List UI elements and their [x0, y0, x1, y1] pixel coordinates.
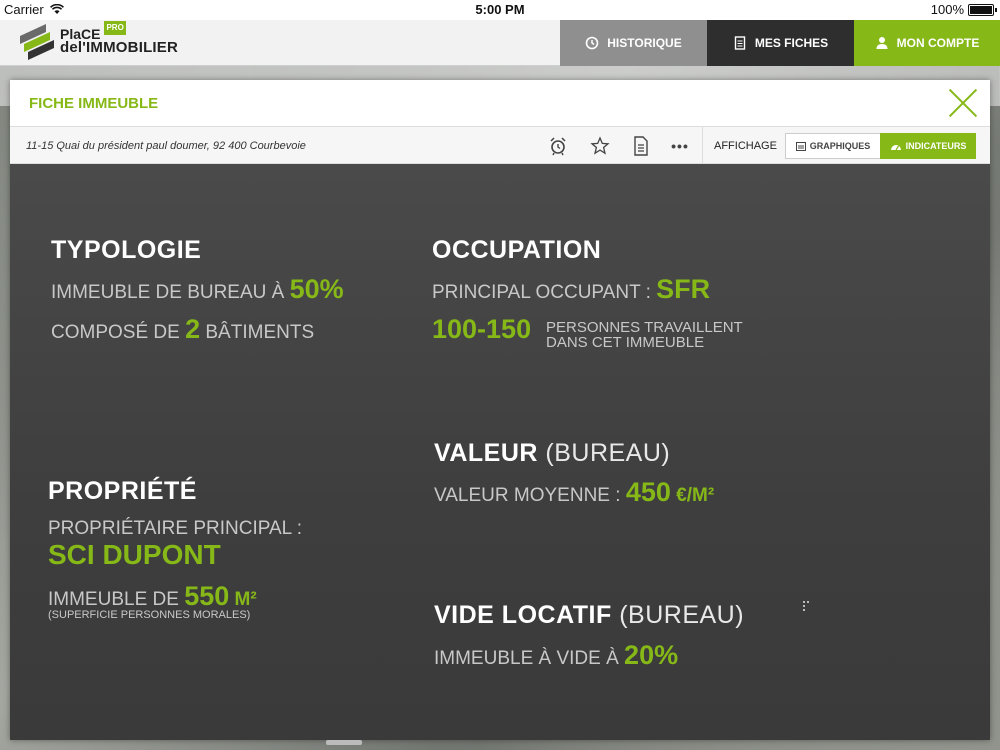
mes-fiches-label: MES FICHES [754, 36, 829, 50]
alarm-clock-icon[interactable] [547, 135, 569, 157]
valeur-line1: VALEUR MOYENNE : 450 €/M² [434, 477, 714, 508]
indicateurs-toggle[interactable]: INDICATEURS [880, 133, 976, 159]
chart-icon [795, 141, 806, 151]
valeur-title: VALEUR [434, 439, 538, 467]
panel-header: FICHE IMMEUBLE [10, 80, 990, 126]
document-icon[interactable] [630, 135, 652, 157]
graphiques-label: GRAPHIQUES [809, 141, 871, 151]
vide-locatif-heading: VIDE LOCATIF (BUREAU) [434, 601, 744, 630]
surface-value: 550 [184, 581, 230, 611]
mon-compte-button[interactable]: MON COMPTE [854, 20, 1000, 66]
surface-unit: M² [229, 589, 257, 610]
historique-label: HISTORIQUE [607, 36, 682, 50]
affichage-label: AFFICHAGE [714, 140, 777, 152]
typologie-line2: COMPOSÉ DE 2 BÂTIMENTS [51, 314, 314, 345]
mes-fiches-button[interactable]: MES FICHES [707, 20, 854, 66]
propriete-line2: IMMEUBLE DE 550 M² [48, 581, 257, 612]
typologie-buildings-count: 2 [185, 314, 201, 344]
building-address: 11-15 Quai du président paul doumer, 92 … [26, 140, 306, 152]
owner-value: SCI DUPONT [48, 539, 221, 570]
divider [702, 127, 703, 165]
star-icon[interactable] [589, 135, 611, 157]
indicateurs-label: INDICATEURS [905, 141, 967, 151]
indicators-content: TYPOLOGIE IMMEUBLE DE BUREAU À 50% COMPO… [10, 164, 990, 740]
typologie-line1: IMMEUBLE DE BUREAU À 50% [51, 274, 344, 305]
vide-locatif-qualifier: (BUREAU) [619, 601, 745, 629]
history-icon [585, 36, 599, 50]
status-right: 100% [930, 2, 997, 17]
logo-line2: del'IMMOBILIER [60, 39, 179, 56]
people-count-label-1: PERSONNES TRAVAILLENT [546, 319, 743, 336]
occupation-count: 100-150 [432, 314, 531, 345]
people-count-label: PERSONNES TRAVAILLENT DANS CET IMMEUBLE [546, 320, 743, 350]
valeur-heading: VALEUR (BUREAU) [434, 439, 670, 468]
status-bar: Carrier 5:00 PM 100% [0, 0, 1000, 20]
occupation-line1-text: PRINCIPAL OCCUPANT : [432, 282, 657, 303]
user-icon [876, 37, 888, 49]
owner-name: SCI DUPONT [48, 539, 221, 571]
occupation-heading: OCCUPATION [432, 236, 602, 264]
valeur-line1-text: VALEUR MOYENNE : [434, 485, 626, 506]
valeur-unit: €/M² [670, 485, 715, 506]
status-time: 5:00 PM [475, 2, 525, 17]
people-count-label-2: DANS CET IMMEUBLE [546, 334, 705, 351]
vide-locatif-title: VIDE LOCATIF [434, 601, 612, 629]
vide-locatif-line1-text: IMMEUBLE À VIDE À [434, 648, 625, 669]
logo-text: PlaCE PRO del'IMMOBILIER [60, 21, 179, 56]
typologie-line2-suffix: BÂTIMENTS [200, 322, 315, 343]
surface-note: (SUPERFICIE PERSONNES MORALES) [48, 609, 251, 621]
propriete-line2-text: IMMEUBLE DE [48, 589, 185, 610]
battery-icon [968, 3, 997, 16]
drag-handle[interactable] [326, 740, 362, 745]
valeur-qualifier: (BUREAU) [545, 439, 671, 467]
document-icon [734, 36, 746, 50]
occupation-line1: PRINCIPAL OCCUPANT : SFR [432, 274, 710, 305]
historique-button[interactable]: HISTORIQUE [560, 20, 707, 66]
typologie-line2-text: COMPOSÉ DE [51, 322, 186, 343]
people-count: 100-150 [432, 314, 532, 344]
close-icon[interactable] [948, 88, 978, 118]
app-logo[interactable]: PlaCE PRO del'IMMOBILIER [20, 21, 179, 61]
fiche-panel: FICHE IMMEUBLE 11-15 Quai du président p… [10, 80, 990, 740]
typologie-heading: TYPOLOGIE [51, 236, 202, 264]
propriete-heading: PROPRIÉTÉ [48, 477, 197, 505]
graphiques-toggle[interactable]: GRAPHIQUES [785, 133, 881, 159]
principal-occupant: SFR [656, 274, 711, 304]
typologie-line1-text: IMMEUBLE DE BUREAU À [51, 282, 290, 303]
vide-locatif-line1: IMMEUBLE À VIDE À 20% [434, 640, 678, 671]
mon-compte-label: MON COMPTE [896, 36, 980, 50]
logo-mark-icon [20, 23, 54, 61]
grip-icon [803, 601, 813, 611]
valeur-moyenne: 450 [625, 477, 671, 507]
address-bar: 11-15 Quai du président paul doumer, 92 … [10, 126, 990, 165]
panel-title: FICHE IMMEUBLE [29, 95, 159, 112]
logo-pro-badge: PRO [104, 21, 126, 35]
battery-percent: 100% [930, 2, 964, 17]
gauge-icon [890, 144, 901, 150]
more-icon[interactable]: ••• [667, 135, 693, 157]
typologie-percent: 50% [289, 274, 344, 304]
propriete-line1: PROPRIÉTAIRE PRINCIPAL : [48, 518, 303, 539]
vacancy-percent: 20% [624, 640, 679, 670]
app-header: PlaCE PRO del'IMMOBILIER HISTORIQUE MES … [0, 20, 1000, 66]
